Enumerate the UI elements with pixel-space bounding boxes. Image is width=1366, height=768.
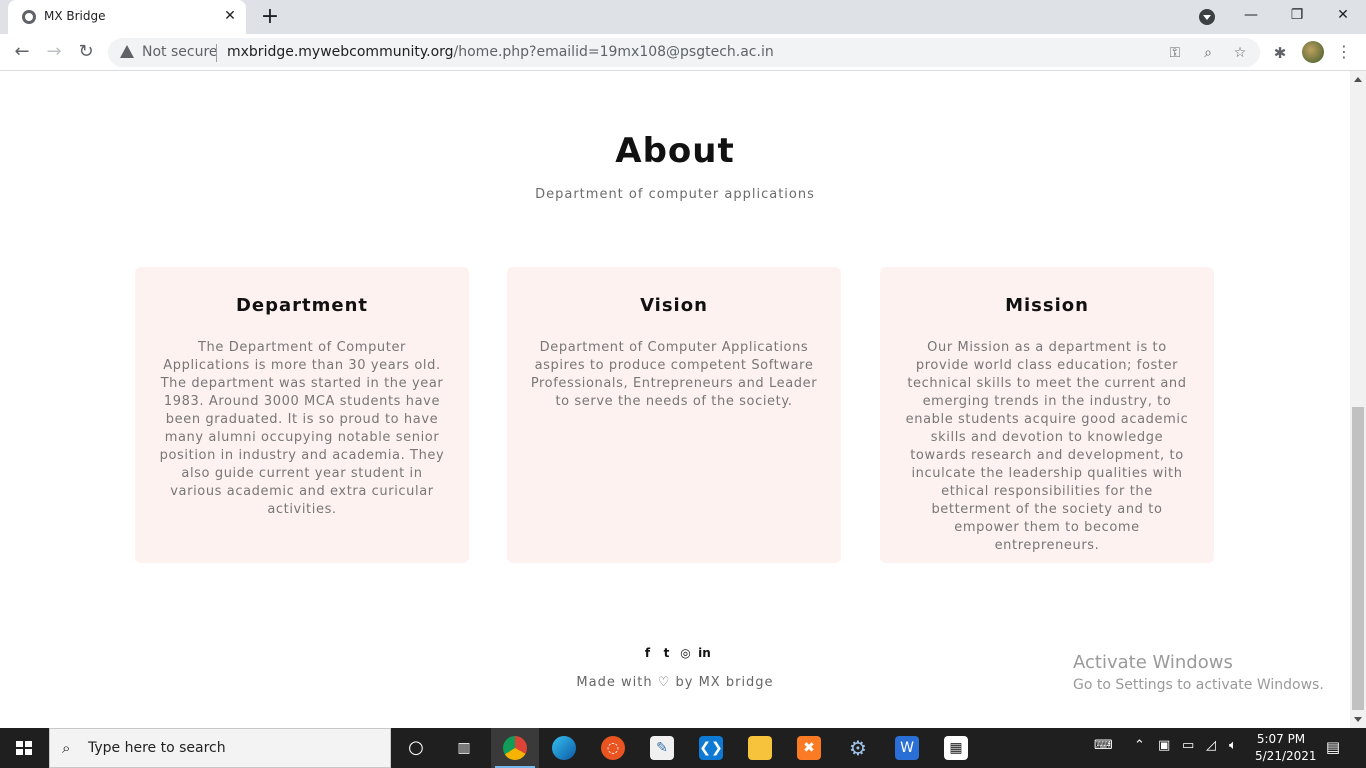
search-icon: ⌕ <box>62 739 71 757</box>
card-body: Department of Computer Applications aspi… <box>530 340 818 409</box>
folder-icon <box>748 736 772 760</box>
taskbar-clock[interactable]: 5:07 PM 5/21/2021 <box>1255 731 1317 765</box>
task-view-icon: ▥ <box>457 740 471 756</box>
extensions-icon[interactable]: ✱ <box>1270 43 1290 63</box>
clock-date: 5/21/2021 <box>1255 749 1317 763</box>
chrome-taskbar-item[interactable] <box>491 728 539 768</box>
chevron-up-icon[interactable]: ⌃ <box>1134 738 1145 753</box>
python-file-icon: ✎ <box>650 736 674 760</box>
social-links: f t ◎ in <box>641 646 711 662</box>
windows-taskbar: ⌕ Type here to search ○ ▥ ◌ ✎ ❮❯ ✖ ⚙ W ▦… <box>0 728 1366 768</box>
ubuntu-taskbar-item[interactable]: ◌ <box>589 728 637 768</box>
page-title: About <box>615 131 735 171</box>
battery-icon[interactable]: ▭ <box>1182 738 1194 753</box>
activate-windows-watermark: Activate Windows Go to Settings to activ… <box>1073 652 1324 693</box>
card-title: Vision <box>640 295 708 316</box>
network-icon[interactable]: ◿ <box>1206 738 1216 753</box>
card-title: Department <box>235 295 369 316</box>
ubuntu-icon: ◌ <box>601 736 625 760</box>
card-body: The Department of Computer Applications … <box>159 340 445 517</box>
browser-tab[interactable]: MX Bridge ✕ <box>8 0 246 34</box>
xampp-taskbar-item[interactable]: ✖ <box>785 728 833 768</box>
calculator-icon: ▦ <box>944 736 968 760</box>
url-text[interactable]: mxbridge.mywebcommunity.org/home.php?ema… <box>227 44 774 60</box>
new-tab-button[interactable]: + <box>258 6 282 30</box>
activate-title: Activate Windows <box>1073 652 1233 673</box>
zoom-icon[interactable]: ⌕ <box>1199 44 1217 62</box>
menu-icon[interactable]: ⋮ <box>1336 42 1352 62</box>
star-icon[interactable]: ☆ <box>1231 44 1249 62</box>
forward-icon[interactable]: → <box>42 40 66 64</box>
cortana-button[interactable]: ○ <box>392 728 440 768</box>
card-title: Mission <box>1005 295 1089 316</box>
address-bar[interactable]: Not secure mxbridge.mywebcommunity.org/h… <box>108 38 1260 67</box>
by-text: by MX bridge <box>675 675 774 690</box>
page-subtitle: Department of computer applications <box>535 187 815 202</box>
scroll-up-icon[interactable] <box>1354 77 1362 82</box>
clock-time: 5:07 PM <box>1256 732 1306 746</box>
url-path: /home.php?emailid=19mx108@psgtech.ac.in <box>453 44 774 60</box>
reload-icon[interactable]: ↻ <box>74 40 98 64</box>
tab-strip: MX Bridge ✕ + — ❐ ✕ <box>0 0 1366 34</box>
mission-card: Mission Our Mission as a department is t… <box>880 267 1214 563</box>
close-tab-icon[interactable]: ✕ <box>222 8 238 24</box>
tab-title: MX Bridge <box>44 9 106 23</box>
python-taskbar-item[interactable]: ✎ <box>638 728 686 768</box>
activate-subtitle: Go to Settings to activate Windows. <box>1073 677 1324 693</box>
back-icon[interactable]: ← <box>10 40 34 64</box>
wps-writer-icon: W <box>895 736 919 760</box>
wps-taskbar-item[interactable]: W <box>883 728 931 768</box>
minimize-button[interactable]: — <box>1228 0 1274 32</box>
windows-logo-icon <box>16 741 32 755</box>
meet-now-icon[interactable]: ▣ <box>1158 738 1170 753</box>
task-view-button[interactable]: ▥ <box>440 728 488 768</box>
tab-search-icon[interactable] <box>1199 9 1215 25</box>
taskbar-search[interactable]: ⌕ Type here to search <box>49 728 391 768</box>
close-window-button[interactable]: ✕ <box>1320 0 1366 32</box>
vscode-taskbar-item[interactable]: ❮❯ <box>687 728 735 768</box>
volume-icon[interactable]: 🔈︎ <box>1229 738 1237 753</box>
url-domain: mxbridge.mywebcommunity.org <box>227 44 454 60</box>
search-placeholder: Type here to search <box>88 740 226 756</box>
gear-icon: ⚙ <box>849 736 867 760</box>
vision-card: Vision Department of Computer Applicatio… <box>507 267 841 563</box>
keyboard-icon[interactable]: ⌨ <box>1094 738 1113 753</box>
scrollbar-thumb[interactable] <box>1352 407 1364 710</box>
warning-icon <box>120 45 134 58</box>
vscode-icon: ❮❯ <box>699 736 723 760</box>
key-icon[interactable]: ⚿ <box>1166 44 1184 62</box>
avatar[interactable] <box>1302 41 1324 63</box>
card-body: Our Mission as a department is to provid… <box>905 340 1189 553</box>
made-with-text: Made with <box>576 675 653 690</box>
browser-toolbar: ← → ↻ Not secure mxbridge.mywebcommunity… <box>0 34 1366 71</box>
calculator-taskbar-item[interactable]: ▦ <box>932 728 980 768</box>
edge-taskbar-item[interactable] <box>540 728 588 768</box>
xampp-icon: ✖ <box>797 736 821 760</box>
chrome-icon <box>503 736 527 760</box>
twitter-icon[interactable]: t <box>660 646 673 660</box>
instagram-icon[interactable]: ◎ <box>679 646 692 660</box>
department-card: Department The Department of Computer Ap… <box>135 267 469 563</box>
start-button[interactable] <box>0 728 48 768</box>
restore-button[interactable]: ❐ <box>1274 0 1320 32</box>
not-secure-label[interactable]: Not secure <box>142 44 218 60</box>
scroll-down-icon[interactable] <box>1354 717 1362 722</box>
linkedin-icon[interactable]: in <box>698 646 711 660</box>
settings-taskbar-item[interactable]: ⚙ <box>834 728 882 768</box>
file-explorer-taskbar-item[interactable] <box>736 728 784 768</box>
edge-icon <box>552 736 576 760</box>
page-scrollbar[interactable] <box>1350 71 1366 728</box>
cortana-icon: ○ <box>408 737 424 758</box>
facebook-icon[interactable]: f <box>641 646 654 660</box>
page-viewport: About Department of computer application… <box>0 71 1350 728</box>
globe-icon <box>22 10 36 24</box>
notification-icon[interactable]: ▤ <box>1322 738 1344 758</box>
omnibox-separator <box>216 44 217 62</box>
heart-icon: ♡ <box>657 675 671 690</box>
